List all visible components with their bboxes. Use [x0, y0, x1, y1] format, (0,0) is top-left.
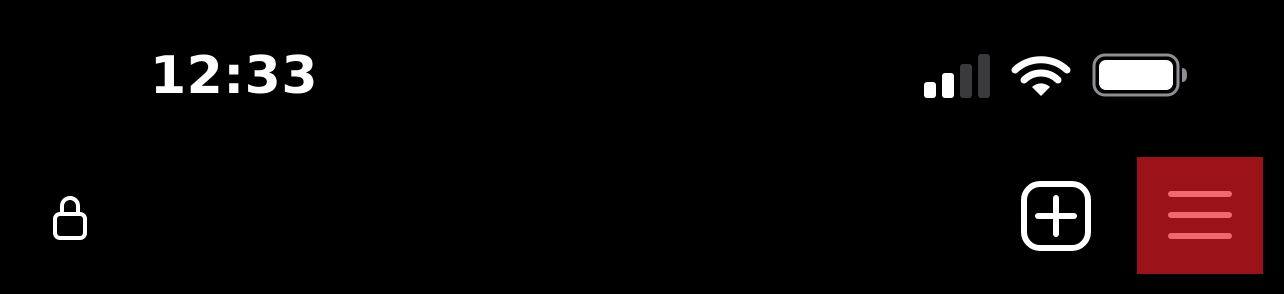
signal-bar-1: [924, 82, 936, 98]
lock-icon: [53, 196, 87, 240]
signal-bar-3: [960, 64, 972, 98]
signal-bar-4: [978, 54, 990, 98]
new-tab-button[interactable]: [1020, 180, 1092, 252]
browser-toolbar: [0, 150, 1284, 294]
status-bar: 12:33: [0, 0, 1284, 150]
menu-button[interactable]: [1137, 157, 1263, 274]
signal-bar-2: [942, 73, 954, 98]
status-time: 12:33: [150, 46, 319, 106]
hamburger-menu-icon: [1168, 191, 1232, 239]
wifi-icon: [1011, 56, 1071, 96]
battery-icon: [1092, 53, 1187, 97]
cellular-signal-icon: [924, 54, 990, 98]
